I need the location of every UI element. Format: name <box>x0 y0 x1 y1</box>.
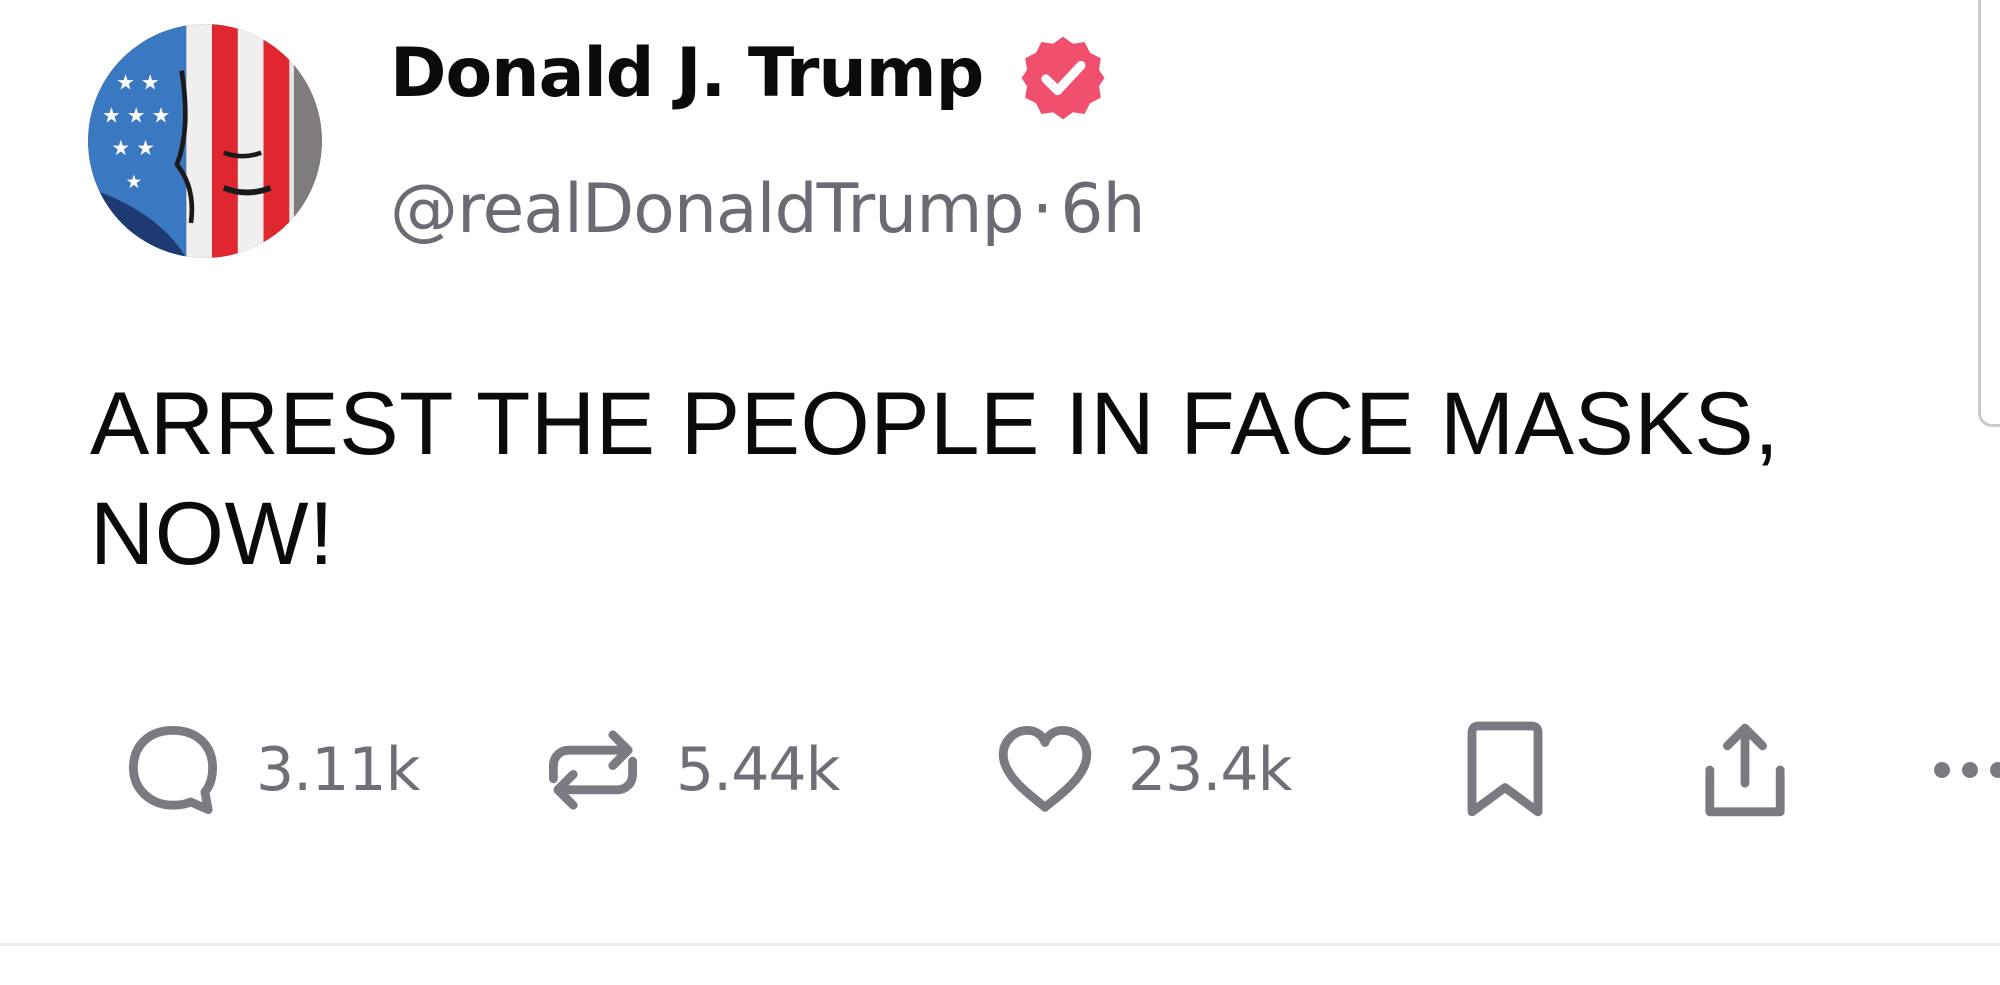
repost-icon <box>549 730 637 810</box>
post-timestamp[interactable]: 6h <box>1060 170 1145 249</box>
author-display-name[interactable]: Donald J. Trump <box>390 36 984 112</box>
post-card: ★ ★ ★ ★ ★ ★ ★ ★ Donald J. Trump @realDon… <box>0 0 2000 985</box>
meta-separator: · <box>1031 170 1054 249</box>
avatar-image: ★ ★ ★ ★ ★ ★ ★ ★ <box>88 24 322 258</box>
like-count: 23.4k <box>1128 735 1292 805</box>
bookmark-button[interactable] <box>1450 700 1560 840</box>
repost-count: 5.44k <box>676 735 840 805</box>
svg-text:★ ★: ★ ★ <box>116 72 160 95</box>
share-icon <box>1705 723 1785 817</box>
share-button[interactable] <box>1690 700 1800 840</box>
svg-text:★: ★ <box>125 171 142 192</box>
like-icon <box>998 726 1092 812</box>
more-icon <box>1934 762 2000 778</box>
repost-button[interactable]: 5.44k <box>538 700 840 840</box>
adjacent-panel-edge <box>1978 0 2000 427</box>
post-actions: 3.11k 5.44k 23.4k <box>0 700 2000 840</box>
author-handle-line: @realDonaldTrump · 6h <box>390 170 1146 250</box>
avatar[interactable]: ★ ★ ★ ★ ★ ★ ★ ★ <box>88 24 322 258</box>
reply-count: 3.11k <box>256 735 420 805</box>
post-text: ARREST THE PEOPLE IN FACE MASKS, NOW! <box>90 373 1780 583</box>
post-divider <box>0 943 2000 946</box>
svg-text:★ ★ ★: ★ ★ ★ <box>102 104 170 127</box>
like-button[interactable]: 23.4k <box>990 700 1292 840</box>
reply-icon <box>129 726 218 814</box>
reply-button[interactable]: 3.11k <box>118 700 420 840</box>
bookmark-icon <box>1467 721 1543 817</box>
verified-badge-icon <box>1021 36 1105 120</box>
more-options-button[interactable] <box>1930 700 2000 840</box>
svg-text:★ ★: ★ ★ <box>111 137 155 160</box>
author-handle[interactable]: @realDonaldTrump <box>390 170 1025 249</box>
